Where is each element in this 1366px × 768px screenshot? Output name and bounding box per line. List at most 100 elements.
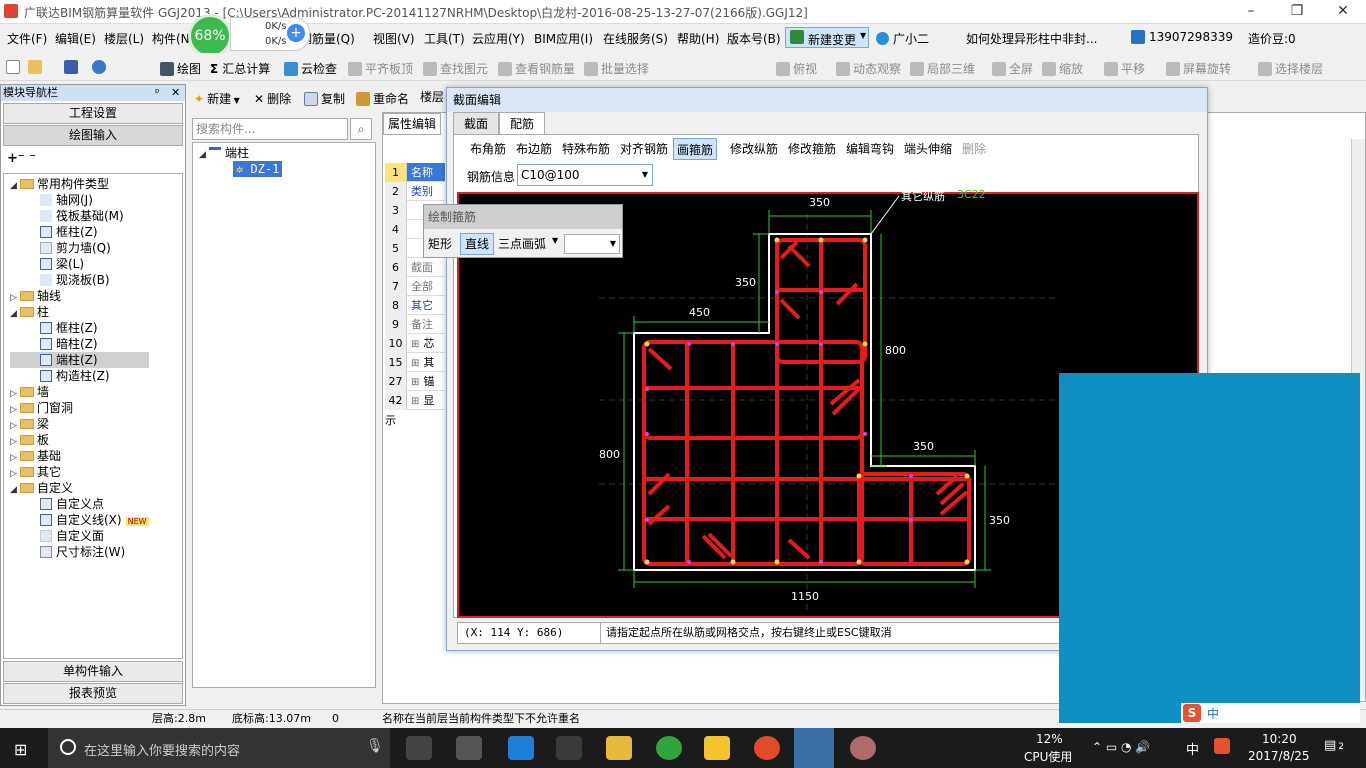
nav-tree-item[interactable]: 筏板基础(M) <box>10 208 149 224</box>
chevron-down-icon[interactable]: ◢ <box>10 178 20 194</box>
taskbar-search[interactable]: 在这里输入你要搜索的内容 🎙 <box>48 728 390 768</box>
new-file-icon[interactable] <box>6 60 23 74</box>
file-explorer-icon[interactable] <box>606 736 632 760</box>
app-red-icon[interactable] <box>754 736 780 760</box>
price-beans[interactable]: 造价豆:0 <box>1248 30 1296 47</box>
batch-select-button[interactable]: 批量选择 <box>584 60 649 77</box>
nav-tree-item[interactable]: ▷ 墙 <box>10 384 149 400</box>
nav-tree-item[interactable]: ▷ 其它 <box>10 464 149 480</box>
edge-rebar-button[interactable]: 布边筋 <box>513 138 555 160</box>
rect-mode-button[interactable]: 矩形 <box>428 235 452 252</box>
chevron-down-icon[interactable]: ◢ <box>10 482 20 498</box>
property-row[interactable]: 1 名称 <box>385 163 445 182</box>
restore-button[interactable]: ❐ <box>1274 0 1320 24</box>
rebar-info-select[interactable]: C10@100 ▼ <box>517 164 653 186</box>
chevron-down-icon[interactable]: ▼ <box>552 236 558 245</box>
nav-tree-item[interactable]: ▷ 梁 <box>10 416 149 432</box>
property-row[interactable]: 8 其它 <box>385 296 445 315</box>
corner-rebar-button[interactable]: 布角筋 <box>467 138 509 160</box>
browser-360-icon[interactable] <box>656 736 682 760</box>
nav-tree-item[interactable]: ▷ 板 <box>10 432 149 448</box>
cloud-check-button[interactable]: 云检查 <box>284 60 337 77</box>
new-change-button[interactable]: 新建变更 ▼ <box>785 27 869 48</box>
flat-top-button[interactable]: 平齐板顶 <box>348 60 413 77</box>
pin-icon[interactable]: ᵖ <box>155 85 160 101</box>
zoom-button[interactable]: 缩放 <box>1042 60 1083 77</box>
open-folder-icon[interactable] <box>28 60 45 74</box>
menu-bim[interactable]: BIM应用(I) <box>534 30 593 47</box>
menu-online[interactable]: 在线服务(S) <box>603 30 668 47</box>
edge-icon[interactable] <box>508 736 534 760</box>
tree-root-duanzhu[interactable]: ◢ 端柱 <box>199 145 249 161</box>
menu-edit[interactable]: 编辑(E) <box>55 30 96 47</box>
arc-mode-button[interactable]: 三点画弧 <box>498 235 546 252</box>
end-stretch-button[interactable]: 端头伸缩 <box>901 138 955 160</box>
single-input-button[interactable]: 单构件输入 <box>3 661 183 682</box>
nav-tree-item[interactable]: 剪力墙(Q) <box>10 240 149 256</box>
property-edit-tab[interactable]: 属性编辑 <box>383 113 441 135</box>
task-view-icon[interactable] <box>406 736 432 760</box>
property-row[interactable]: 6 截面 <box>385 258 445 277</box>
property-row[interactable]: 42 ⊞ 显示 <box>385 391 445 427</box>
find-element-button[interactable]: 查找图元 <box>423 60 488 77</box>
app-active-glodon-icon[interactable] <box>794 728 834 768</box>
delete-rebar-button[interactable]: 删除 <box>959 138 989 160</box>
fullscreen-button[interactable]: 全屏 <box>992 60 1033 77</box>
undo-icon[interactable] <box>92 60 109 74</box>
component-search-input[interactable]: 搜索构件... <box>192 118 348 140</box>
tree-item-dz1[interactable]: ✲ DZ-1 <box>233 161 283 177</box>
menu-version[interactable]: 版本号(B) <box>727 30 781 47</box>
eng-settings-button[interactable]: 工程设置 <box>3 103 183 124</box>
nav-tree-item[interactable]: 梁(L) <box>10 256 149 272</box>
nav-tree-item[interactable]: 自定义点 <box>10 496 149 512</box>
windows-start-icon[interactable]: ⊞ <box>14 740 32 759</box>
report-preview-button[interactable]: 报表预览 <box>3 683 183 704</box>
nav-tree-item[interactable]: ▷ 轴线 <box>10 288 149 304</box>
app-glodon-icon[interactable] <box>456 736 482 760</box>
property-row[interactable]: 10⊞芯柱 <box>385 334 445 370</box>
ime-indicator[interactable]: 中 <box>1186 739 1199 758</box>
dynamic-view-button[interactable]: 动态观察 <box>836 60 901 77</box>
app-avatar-icon[interactable] <box>850 736 876 760</box>
new-component-button[interactable]: ✦ 新建 ▼ <box>194 90 240 107</box>
property-row[interactable]: 15⊞其它 <box>385 353 445 389</box>
nav-tree-item[interactable]: 暗柱(Z) <box>10 336 149 352</box>
delete-component-button[interactable]: ✕ 删除 <box>254 90 291 107</box>
nav-tree-item[interactable]: 自定义面 <box>10 528 149 544</box>
floor-tab[interactable]: 楼层 <box>420 88 444 105</box>
property-row[interactable]: 7 全部 <box>385 277 445 296</box>
nav-tree-item[interactable]: ◢ 自定义 <box>10 480 149 496</box>
nav-tree-item[interactable]: ▷ 门窗洞 <box>10 400 149 416</box>
draw-button[interactable]: 绘图 <box>160 60 201 77</box>
menu-floor[interactable]: 楼层(L) <box>104 30 144 47</box>
menu-help[interactable]: 帮助(H) <box>677 30 719 47</box>
notes-icon[interactable] <box>704 736 730 760</box>
expand-all-icon[interactable]: +⁻ ⁻ <box>7 151 36 166</box>
nav-tree-item[interactable]: 尺寸标注(W) <box>10 544 149 560</box>
nav-tree-item[interactable]: 构造柱(Z) <box>10 368 149 384</box>
notification-center-icon[interactable]: ▤ 2 <box>1324 738 1344 753</box>
nav-tree-item[interactable]: 轴网(J) <box>10 192 149 208</box>
memory-badge[interactable]: 68% <box>188 14 232 58</box>
chevron-down-icon[interactable]: ◢ <box>10 306 20 322</box>
question-link[interactable]: 如何处理异形柱中非封... <box>966 30 1097 47</box>
copy-component-button[interactable]: 复制 <box>304 90 345 107</box>
line-mode-button[interactable]: 直线 <box>460 233 494 255</box>
nav-tree-item[interactable]: 自定义线(X) NEW <box>10 512 149 528</box>
property-row[interactable]: 2 类别 <box>385 182 445 201</box>
modify-stirrup-button[interactable]: 修改箍筋 <box>785 138 839 160</box>
ime-toolbar[interactable]: S 中 <box>1181 703 1360 723</box>
tab-section[interactable]: 截面 <box>453 112 500 134</box>
store-icon[interactable] <box>556 736 582 760</box>
nav-tree-item[interactable]: 端柱(Z) <box>10 352 149 368</box>
nav-tree-item[interactable]: ▷ 基础 <box>10 448 149 464</box>
draw-input-button[interactable]: 绘图输入 <box>3 125 183 146</box>
property-row[interactable]: 9 备注 <box>385 315 445 334</box>
minimize-button[interactable]: – <box>1228 0 1274 24</box>
view-rebar-button[interactable]: 查看钢筋量 <box>498 60 575 77</box>
draw-stirrup-button[interactable]: 画箍筋 <box>673 138 718 160</box>
nav-tree-item[interactable]: ◢ 柱 <box>10 304 149 320</box>
search-icon[interactable]: ⌕ <box>350 118 372 140</box>
edit-hook-button[interactable]: 编辑弯钩 <box>843 138 897 160</box>
summary-button[interactable]: Σ 汇总计算 <box>210 60 270 77</box>
